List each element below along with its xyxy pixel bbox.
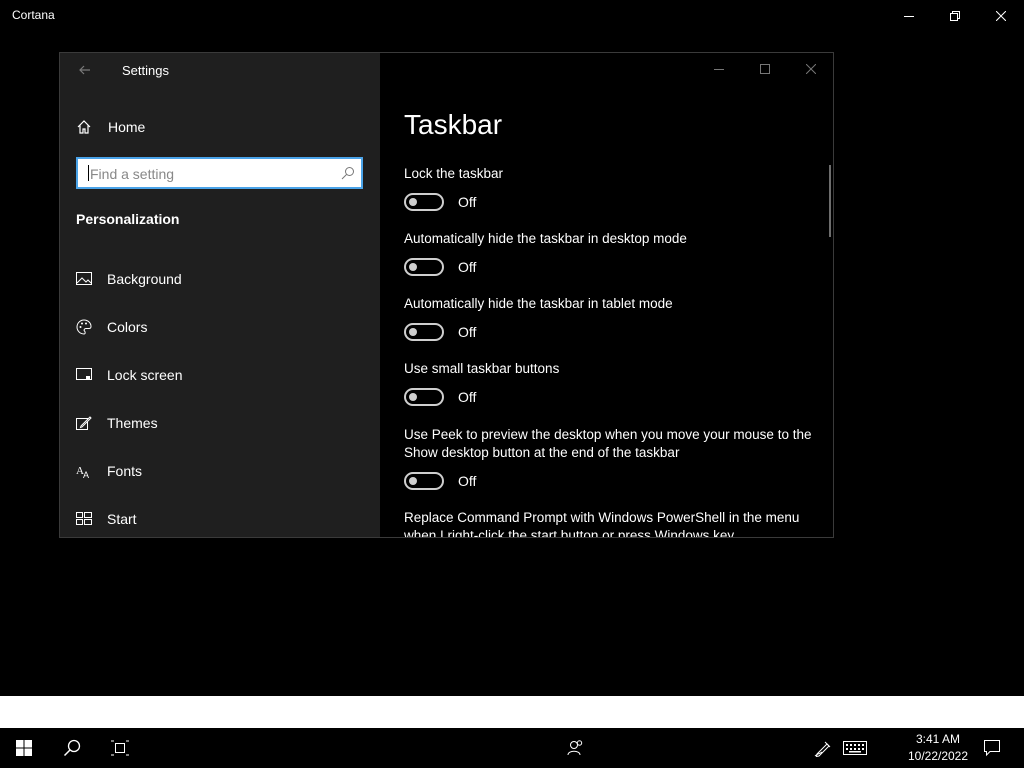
- setting-label: Use Peek to preview the desktop when you…: [404, 427, 812, 460]
- toggle-state: Off: [458, 389, 477, 405]
- toggle-state: Off: [458, 324, 477, 340]
- settings-sidebar: Settings Home Personalization Background…: [60, 53, 380, 537]
- autohide-desktop-toggle[interactable]: [404, 258, 444, 276]
- people-button[interactable]: [551, 728, 599, 768]
- toggle-knob: [409, 328, 417, 336]
- setting-label: Use small taskbar buttons: [404, 361, 560, 376]
- minimize-icon: [904, 16, 914, 17]
- restore-icon: [950, 11, 960, 21]
- start-icon: [76, 511, 92, 527]
- maximize-icon: [760, 64, 770, 74]
- settings-close-button[interactable]: [788, 53, 833, 85]
- toggle-knob: [409, 198, 417, 206]
- monitor-icon: [76, 367, 92, 383]
- image-icon: [76, 271, 92, 287]
- nav-item-themes[interactable]: Themes: [76, 411, 366, 435]
- touch-keyboard-button[interactable]: [831, 728, 879, 768]
- app-title: Settings: [122, 63, 169, 78]
- restore-button[interactable]: [932, 0, 978, 32]
- nav-item-fonts[interactable]: AA Fonts: [76, 459, 366, 483]
- palette-icon: [76, 319, 92, 335]
- back-button[interactable]: [74, 59, 96, 81]
- autohide-tablet-toggle[interactable]: [404, 323, 444, 341]
- clock-time: 3:41 AM: [915, 732, 961, 746]
- nav-item-label: Themes: [107, 415, 158, 431]
- start-button[interactable]: [0, 728, 48, 768]
- settings-window: Settings Home Personalization Background…: [59, 52, 834, 538]
- task-view-icon: [111, 740, 129, 756]
- setting-label: Replace Command Prompt with Windows Powe…: [404, 510, 800, 537]
- nav-home-label: Home: [108, 119, 146, 135]
- toggle-knob: [409, 263, 417, 271]
- scrollbar[interactable]: [829, 165, 831, 237]
- settings-minimize-button[interactable]: [696, 53, 742, 85]
- small-buttons-toggle[interactable]: [404, 388, 444, 406]
- nav-item-start[interactable]: Start: [76, 507, 366, 531]
- search-icon[interactable]: [341, 166, 355, 180]
- minimize-button[interactable]: [886, 0, 932, 32]
- minimize-icon: [714, 69, 724, 70]
- outer-title-bar: Cortana: [0, 0, 1024, 32]
- toggle-state: Off: [458, 259, 477, 275]
- setting-powershell: Replace Command Prompt with Windows Powe…: [404, 509, 814, 537]
- search-input[interactable]: [88, 163, 332, 185]
- setting-label: Lock the taskbar: [404, 166, 504, 181]
- text-cursor: [88, 165, 89, 181]
- windows-logo-icon: [16, 740, 32, 756]
- pencil-icon: [76, 415, 92, 431]
- setting-autohide-tablet: Automatically hide the taskbar in tablet…: [404, 295, 814, 341]
- nav-item-lock-screen[interactable]: Lock screen: [76, 363, 366, 387]
- setting-peek: Use Peek to preview the desktop when you…: [404, 426, 814, 490]
- nav-home[interactable]: Home: [76, 115, 145, 139]
- notification-icon: [984, 740, 1000, 757]
- task-view-button[interactable]: [96, 728, 144, 768]
- close-button[interactable]: [978, 0, 1024, 32]
- setting-autohide-desktop: Automatically hide the taskbar in deskto…: [404, 230, 814, 276]
- nav-item-colors[interactable]: Colors: [76, 315, 366, 339]
- nav-item-label: Lock screen: [107, 367, 183, 383]
- white-strip: [0, 696, 1024, 728]
- search-icon: [63, 739, 81, 757]
- close-icon: [806, 64, 816, 74]
- nav-item-background[interactable]: Background: [76, 267, 366, 291]
- taskbar-search-button[interactable]: [48, 728, 96, 768]
- svg-text:A: A: [83, 470, 89, 479]
- outer-window-title: Cortana: [12, 8, 55, 22]
- lock-taskbar-toggle[interactable]: [404, 193, 444, 211]
- taskbar-clock[interactable]: 3:41 AM 10/22/2022: [900, 731, 976, 765]
- action-center-button[interactable]: [968, 728, 1016, 768]
- setting-label: Automatically hide the taskbar in deskto…: [404, 231, 687, 246]
- peek-toggle[interactable]: [404, 472, 444, 490]
- settings-main: Taskbar Lock the taskbar Off Automatical…: [380, 53, 833, 537]
- setting-small-buttons: Use small taskbar buttons Off: [404, 360, 814, 406]
- nav-item-label: Colors: [107, 319, 148, 335]
- toggle-knob: [409, 393, 417, 401]
- home-icon: [77, 120, 91, 134]
- setting-lock-taskbar: Lock the taskbar Off: [404, 165, 814, 211]
- people-icon: [567, 740, 583, 756]
- search-box[interactable]: [76, 157, 363, 189]
- taskbar: 3:41 AM 10/22/2022: [0, 728, 1024, 768]
- keyboard-icon: [843, 741, 867, 755]
- close-icon: [996, 11, 1006, 21]
- pen-icon: [814, 741, 831, 757]
- nav-item-label: Fonts: [107, 463, 143, 479]
- back-arrow-icon: [79, 65, 90, 75]
- settings-maximize-button[interactable]: [742, 53, 788, 85]
- page-title: Taskbar: [404, 109, 503, 140]
- nav-item-label: Start: [107, 511, 137, 527]
- toggle-state: Off: [458, 473, 477, 489]
- fonts-icon: AA: [76, 463, 92, 479]
- section-title: Personalization: [76, 211, 180, 227]
- clock-date: 10/22/2022: [907, 749, 969, 763]
- nav-item-label: Background: [107, 271, 182, 287]
- toggle-knob: [409, 477, 417, 485]
- setting-label: Automatically hide the taskbar in tablet…: [404, 296, 673, 311]
- toggle-state: Off: [458, 194, 477, 210]
